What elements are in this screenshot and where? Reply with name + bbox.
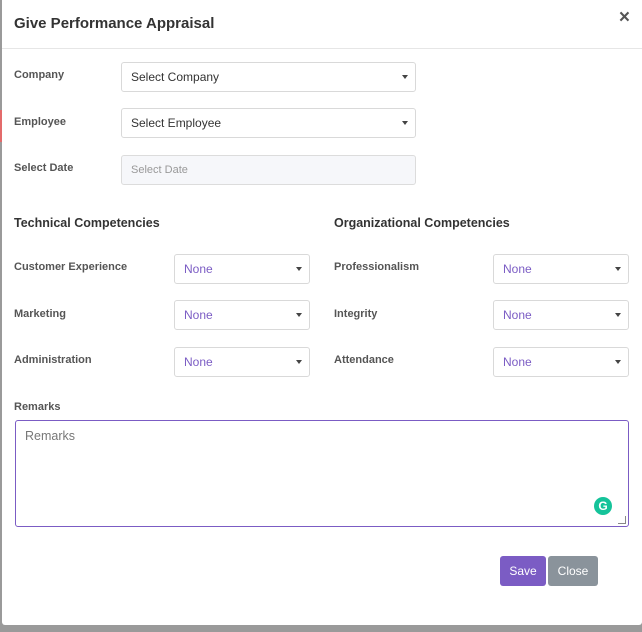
date-input[interactable]: Select Date	[121, 155, 416, 185]
resize-handle-icon[interactable]	[618, 516, 626, 524]
chevron-down-icon	[402, 121, 408, 125]
company-select[interactable]: Select Company	[121, 62, 416, 92]
modal-header: Give Performance Appraisal ×	[2, 0, 642, 49]
professionalism-value: None	[503, 262, 532, 276]
remarks-label: Remarks	[14, 401, 61, 413]
grammarly-icon[interactable]: G	[594, 497, 612, 515]
customer-experience-select[interactable]: None	[174, 254, 310, 284]
attendance-value: None	[503, 355, 532, 369]
attendance-select[interactable]: None	[493, 347, 629, 377]
modal-title: Give Performance Appraisal	[14, 15, 215, 32]
professionalism-select[interactable]: None	[493, 254, 629, 284]
administration-select[interactable]: None	[174, 347, 310, 377]
chevron-down-icon	[296, 360, 302, 364]
chevron-down-icon	[615, 360, 621, 364]
administration-label: Administration	[14, 354, 92, 366]
remarks-placeholder: Remarks	[25, 429, 76, 443]
chevron-down-icon	[615, 313, 621, 317]
date-label: Select Date	[14, 162, 74, 174]
remarks-textarea[interactable]: Remarks G	[15, 420, 629, 527]
customer-experience-label: Customer Experience	[14, 261, 128, 273]
chevron-down-icon	[402, 75, 408, 79]
attendance-label: Attendance	[334, 354, 394, 366]
marketing-select[interactable]: None	[174, 300, 310, 330]
company-select-value: Select Company	[131, 70, 220, 84]
marketing-value: None	[184, 308, 213, 322]
integrity-select[interactable]: None	[493, 300, 629, 330]
chevron-down-icon	[615, 267, 621, 271]
employee-select[interactable]: Select Employee	[121, 108, 416, 138]
close-button[interactable]: Close	[548, 556, 598, 586]
save-button[interactable]: Save	[500, 556, 546, 586]
employee-label: Employee	[14, 116, 66, 128]
appraisal-modal: Give Performance Appraisal × Company Sel…	[2, 0, 642, 625]
chevron-down-icon	[296, 267, 302, 271]
chevron-down-icon	[296, 313, 302, 317]
technical-competencies-title: Technical Competencies	[14, 216, 160, 230]
close-icon[interactable]: ×	[619, 7, 630, 29]
integrity-label: Integrity	[334, 308, 378, 320]
professionalism-label: Professionalism	[334, 261, 419, 273]
administration-value: None	[184, 355, 213, 369]
marketing-label: Marketing	[14, 308, 66, 320]
organizational-competencies-title: Organizational Competencies	[334, 216, 510, 230]
employee-select-value: Select Employee	[131, 116, 222, 130]
company-label: Company	[14, 69, 65, 81]
customer-experience-value: None	[184, 262, 213, 276]
integrity-value: None	[503, 308, 532, 322]
